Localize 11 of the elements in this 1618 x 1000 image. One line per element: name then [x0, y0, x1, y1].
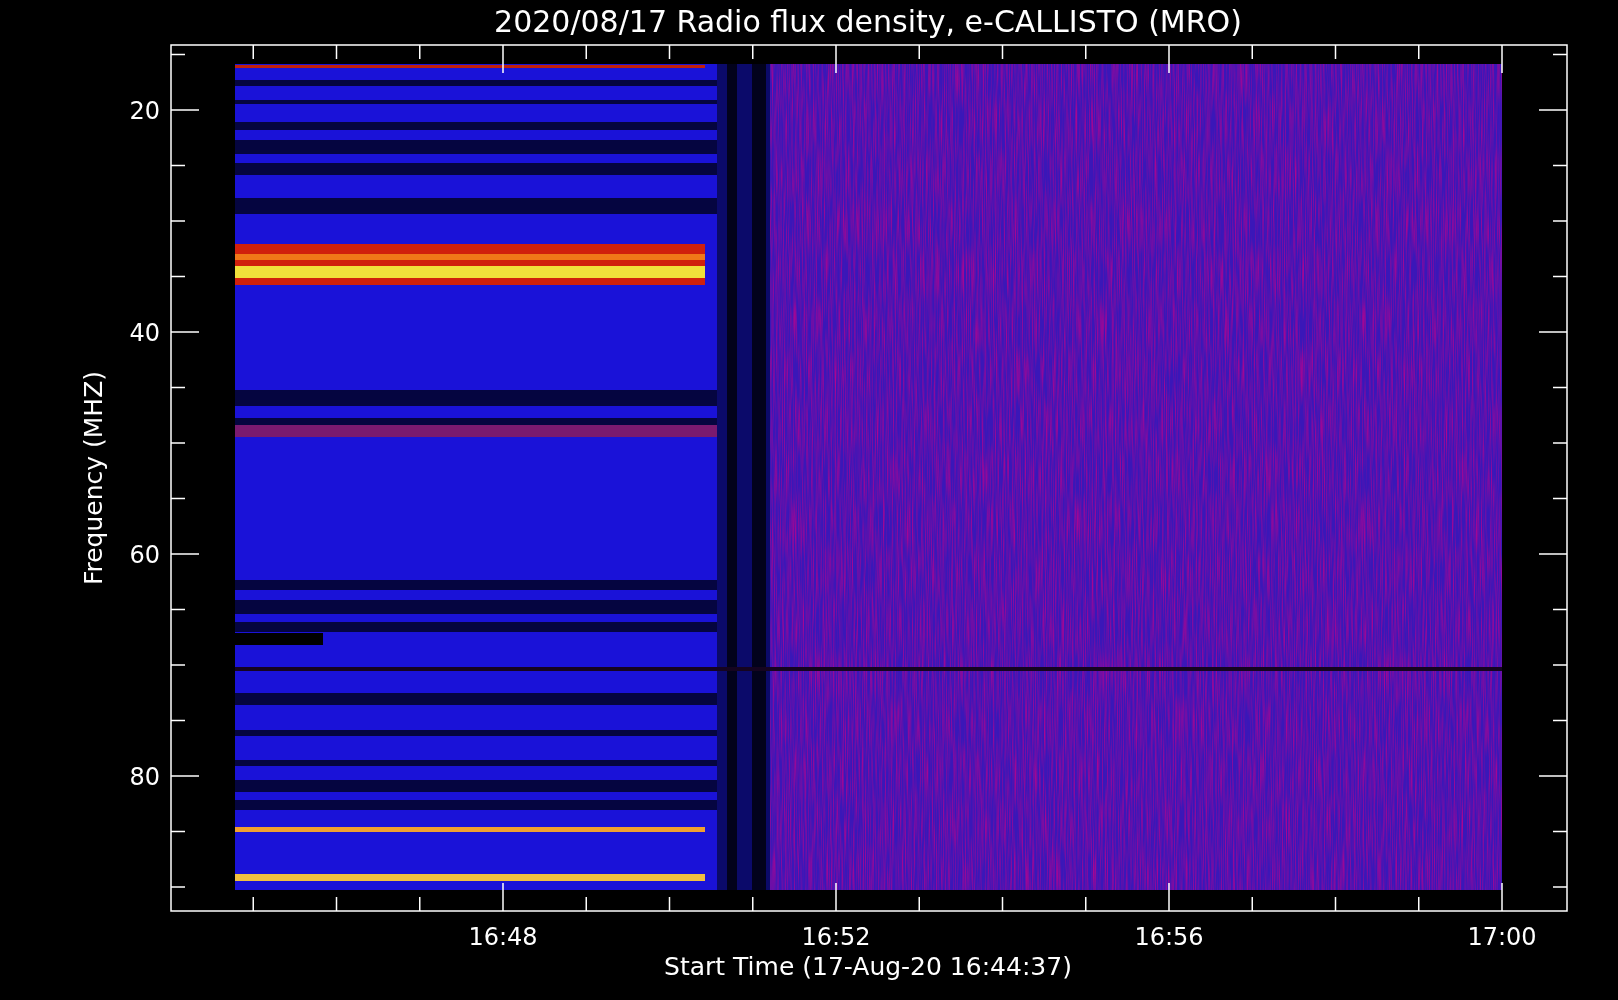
- x-tick-label: 16:48: [468, 923, 538, 951]
- y-tick-label: 80: [129, 763, 160, 791]
- x-axis-label: Start Time (17-Aug-20 16:44:37): [664, 952, 1072, 981]
- x-tick-label: 16:56: [1134, 923, 1204, 951]
- chart-title: 2020/08/17 Radio flux density, e-CALLISTO (MRO): [494, 4, 1242, 39]
- x-tick-label: 17:00: [1467, 923, 1537, 951]
- y-tick-label: 20: [129, 97, 160, 125]
- y-tick-label: 40: [129, 319, 160, 347]
- x-tick-label: 16:52: [801, 923, 871, 951]
- y-axis-label: Frequency (MHZ): [79, 370, 108, 586]
- y-tick-label: 60: [129, 541, 160, 569]
